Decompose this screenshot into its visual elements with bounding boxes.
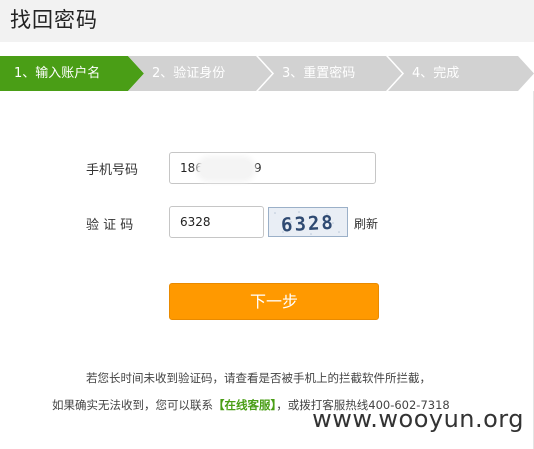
phone-value-tail: 9 <box>254 161 262 175</box>
help-text-prefix: 如果确实无法收到，您可以联系 <box>52 398 213 412</box>
page-header: 找回密码 <box>0 0 534 42</box>
online-support-link[interactable]: 【在线客服】 <box>213 398 276 412</box>
captcha-text: 6328 <box>281 212 336 237</box>
progress-steps: 1、输入账户名 2、验证身份 3、重置密码 4、完成 <box>0 56 534 91</box>
verification-code-field[interactable]: 6328 <box>169 206 264 238</box>
redaction-blur <box>200 160 252 178</box>
help-text-line1: 若您长时间未收到验证码，请查看是否被手机上的拦截软件所拦截， <box>86 371 431 385</box>
watermark: www.wooyun.org <box>312 405 524 433</box>
captcha-image[interactable]: 6328 <box>268 207 348 237</box>
step-complete: 4、完成 <box>388 56 534 91</box>
next-step-button[interactable]: 下一步 <box>169 283 379 320</box>
phone-label: 手机号码 <box>86 163 139 178</box>
content-panel <box>0 91 534 449</box>
code-label: 验 证 码 <box>86 218 134 233</box>
step-enter-account: 1、输入账户名 <box>0 56 144 91</box>
step-reset-password: 3、重置密码 <box>258 56 404 91</box>
step-verify-identity: 2、验证身份 <box>128 56 274 91</box>
refresh-captcha-link[interactable]: 刷新 <box>354 215 378 232</box>
page-title: 找回密码 <box>10 8 98 32</box>
